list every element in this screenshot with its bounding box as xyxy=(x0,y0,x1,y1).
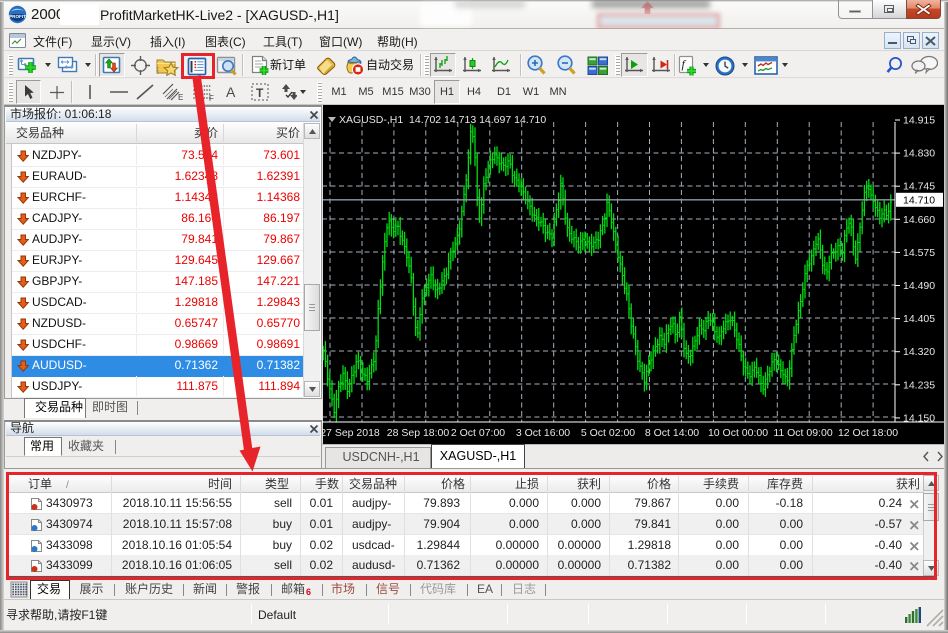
svg-text:5 Oct 02:00: 5 Oct 02:00 xyxy=(581,427,635,439)
svg-text:11 Oct 09:00: 11 Oct 09:00 xyxy=(773,427,833,439)
svg-text:27 Sep 2018: 27 Sep 2018 xyxy=(322,427,380,439)
svg-text:14.710: 14.710 xyxy=(903,194,935,206)
svg-text:14.235: 14.235 xyxy=(903,379,935,391)
svg-text:PROFIT: PROFIT xyxy=(9,14,26,19)
svg-text:14.660: 14.660 xyxy=(903,214,935,226)
svg-text:8 Oct 14:00: 8 Oct 14:00 xyxy=(645,427,699,439)
svg-text:14.405: 14.405 xyxy=(903,313,935,325)
svg-text:14.745: 14.745 xyxy=(903,181,935,193)
svg-text:14.915: 14.915 xyxy=(903,115,935,127)
svg-text:14.830: 14.830 xyxy=(903,148,935,160)
svg-text:E: E xyxy=(178,93,183,101)
svg-text:10 Oct 00:00: 10 Oct 00:00 xyxy=(708,427,768,439)
svg-text:2 Oct 07:00: 2 Oct 07:00 xyxy=(451,427,505,439)
svg-text:14.490: 14.490 xyxy=(903,280,935,292)
svg-text:T: T xyxy=(256,86,264,100)
svg-text:F: F xyxy=(209,94,214,102)
svg-text:12 Oct 18:00: 12 Oct 18:00 xyxy=(838,427,898,439)
svg-text:XAGUSD-,H1 14.702 14.713 14.6: XAGUSD-,H1 14.702 14.713 14.697 14.710 xyxy=(339,114,546,126)
svg-text:3 Oct 16:00: 3 Oct 16:00 xyxy=(516,427,570,439)
svg-text:14.575: 14.575 xyxy=(903,247,935,259)
svg-text:14.320: 14.320 xyxy=(903,346,935,358)
svg-text:14.150: 14.150 xyxy=(903,412,935,424)
svg-text:28 Sep 18:00: 28 Sep 18:00 xyxy=(387,427,450,439)
